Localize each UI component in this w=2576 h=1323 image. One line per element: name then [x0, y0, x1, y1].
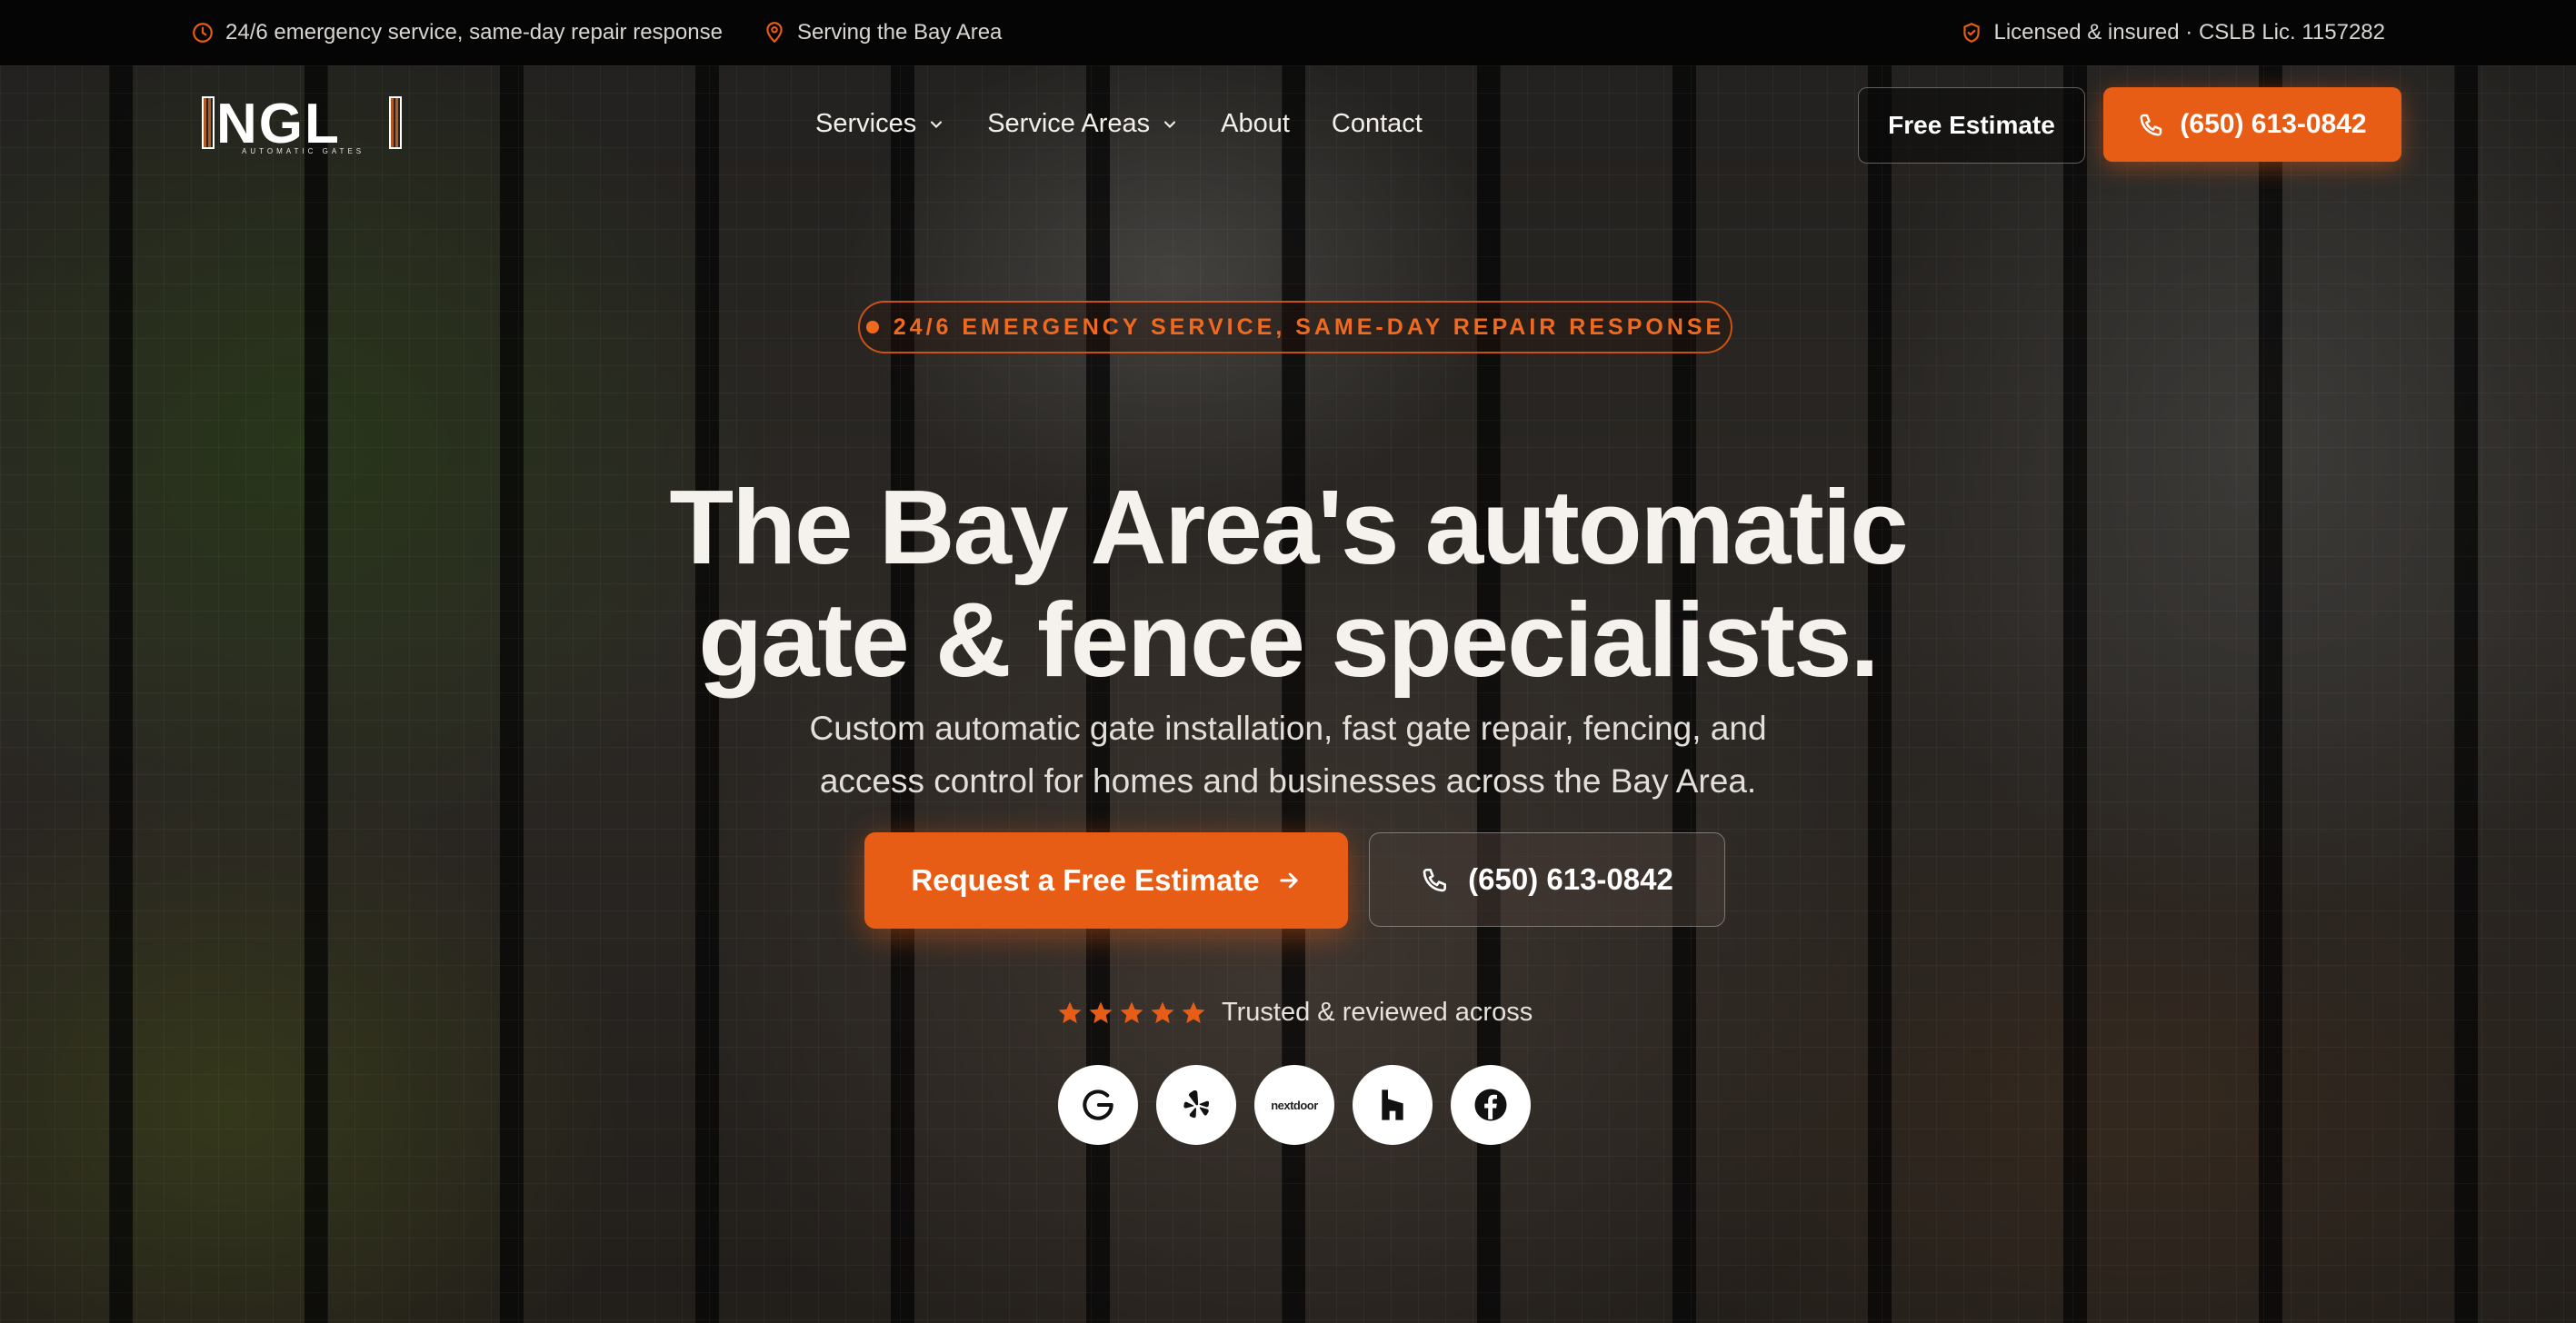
- call-phone-button[interactable]: (650) 613-0842: [2103, 87, 2401, 162]
- hero-call-label: (650) 613-0842: [1468, 862, 1673, 896]
- chevron-down-icon: [927, 115, 945, 134]
- hero-headline: The Bay Area's automatic gate & fence sp…: [515, 471, 2061, 696]
- logo-left-gate-icon: [202, 96, 215, 149]
- call-phone-label: (650) 613-0842: [2180, 109, 2367, 139]
- badge-dot-icon: [865, 321, 879, 333]
- nav-item-about-label: About: [1221, 109, 1290, 138]
- star-icon: [1182, 1001, 1205, 1023]
- free-estimate-label: Free Estimate: [1888, 111, 2055, 139]
- request-estimate-button[interactable]: Request a Free Estimate: [864, 832, 1348, 929]
- nav-item-service-areas-label: Service Areas: [987, 109, 1151, 138]
- arrow-right-icon: [1276, 868, 1302, 893]
- review-sites-row: nextdoor: [1058, 1065, 1531, 1145]
- star-icon: [1151, 1001, 1174, 1023]
- nav-item-services[interactable]: Services: [815, 109, 945, 139]
- shield-check-icon: [1960, 21, 1983, 45]
- ngl-logo[interactable]: NGL AUTOMATIC GATES: [202, 94, 402, 158]
- headline-line-1: The Bay Area's automatic: [669, 467, 1908, 586]
- badge-text: 24/6 EMERGENCY SERVICE, SAME-DAY REPAIR …: [893, 313, 1725, 340]
- license-text: Licensed & insured · CSLB Lic. 1157282: [1993, 20, 2386, 45]
- nav-item-services-label: Services: [815, 109, 917, 138]
- nextdoor-icon[interactable]: nextdoor: [1254, 1065, 1334, 1145]
- houzz-icon[interactable]: [1353, 1065, 1433, 1145]
- rating-stars: [1056, 1000, 1207, 1027]
- nav-item-about[interactable]: About: [1221, 109, 1290, 139]
- phone-icon: [2138, 111, 2165, 138]
- main-nav: NGL AUTOMATIC GATES Services Service Are…: [0, 65, 2576, 185]
- nav-menu: Services Service Areas About Contact: [815, 109, 1423, 139]
- nav-item-contact-label: Contact: [1331, 109, 1423, 138]
- google-icon[interactable]: [1058, 1065, 1138, 1145]
- subtext-line-2: access control for homes and businesses …: [819, 762, 1757, 800]
- yelp-icon[interactable]: [1156, 1065, 1236, 1145]
- star-icon: [1120, 1001, 1143, 1023]
- top-info-bar: 24/6 emergency service, same-day repair …: [0, 0, 2576, 65]
- logo-wordmark: NGL: [216, 93, 341, 155]
- nav-item-service-areas[interactable]: Service Areas: [987, 109, 1179, 139]
- trust-text: Trusted & reviewed across: [1222, 998, 1533, 1027]
- clock-icon: [191, 21, 215, 45]
- license-info: Licensed & insured · CSLB Lic. 1157282: [1960, 20, 2386, 45]
- trust-row: Trusted & reviewed across: [1056, 998, 1533, 1028]
- emergency-info: 24/6 emergency service, same-day repair …: [191, 20, 723, 45]
- phone-icon: [1421, 865, 1450, 894]
- service-area-text: Serving the Bay Area: [796, 20, 1003, 45]
- hero-content: 24/6 EMERGENCY SERVICE, SAME-DAY REPAIR …: [0, 0, 2576, 1323]
- star-icon: [1058, 1001, 1082, 1023]
- nav-item-contact[interactable]: Contact: [1332, 109, 1423, 139]
- logo-right-gate-icon: [389, 96, 402, 149]
- logo-subtext: AUTOMATIC GATES: [242, 147, 365, 155]
- hero-subtext: Custom automatic gate installation, fast…: [697, 702, 1879, 808]
- emergency-info-text: 24/6 emergency service, same-day repair …: [225, 20, 723, 45]
- emergency-badge: 24/6 EMERGENCY SERVICE, SAME-DAY REPAIR …: [858, 301, 1732, 353]
- subtext-line-1: Custom automatic gate installation, fast…: [809, 710, 1767, 747]
- facebook-icon[interactable]: [1451, 1065, 1531, 1145]
- nextdoor-label: nextdoor: [1271, 1098, 1318, 1112]
- map-pin-icon: [763, 21, 786, 45]
- request-estimate-label: Request a Free Estimate: [911, 863, 1260, 897]
- service-area-info: Serving the Bay Area: [763, 20, 1002, 45]
- free-estimate-button[interactable]: Free Estimate: [1858, 87, 2085, 164]
- chevron-down-icon: [1161, 115, 1179, 134]
- star-icon: [1089, 1001, 1113, 1023]
- hero-call-button[interactable]: (650) 613-0842: [1369, 832, 1725, 927]
- headline-line-2: gate & fence specialists.: [698, 580, 1879, 699]
